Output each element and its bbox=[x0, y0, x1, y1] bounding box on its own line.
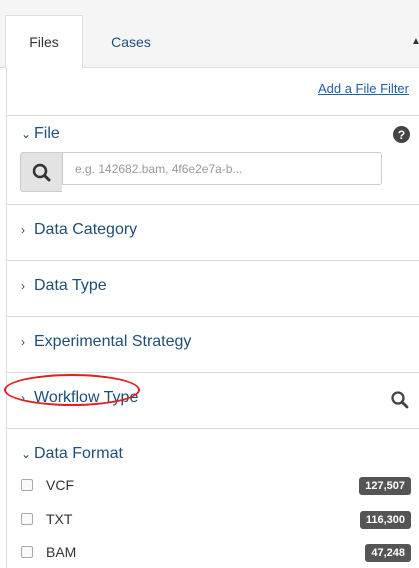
count-badge: 47,248 bbox=[365, 544, 411, 562]
workflow-type-section: › Workflow Type bbox=[7, 372, 419, 428]
chevron-down-icon: ⌄ bbox=[21, 447, 32, 461]
search-icon[interactable] bbox=[390, 390, 410, 410]
tab-cases-label: Cases bbox=[111, 33, 151, 50]
add-file-filter-link[interactable]: Add a File Filter bbox=[318, 81, 409, 96]
list-item: VCF 127,507 bbox=[21, 476, 411, 496]
chevron-right-icon: › bbox=[21, 335, 25, 349]
count-badge: 116,300 bbox=[359, 511, 411, 529]
tab-files[interactable]: Files bbox=[5, 15, 83, 69]
workflow-type-toggle[interactable]: › Workflow Type bbox=[21, 389, 138, 407]
data-category-label: Data Category bbox=[34, 221, 138, 238]
chevron-right-icon: › bbox=[21, 391, 25, 405]
data-category-toggle[interactable]: › Data Category bbox=[21, 221, 137, 239]
search-icon bbox=[32, 163, 51, 182]
count-badge: 127,507 bbox=[359, 477, 411, 495]
data-format-toggle[interactable]: ⌄ Data Format bbox=[21, 445, 123, 463]
help-icon[interactable]: ? bbox=[393, 126, 410, 143]
data-type-toggle[interactable]: › Data Type bbox=[21, 277, 107, 295]
facet-label: TXT bbox=[46, 511, 73, 527]
experimental-strategy-label: Experimental Strategy bbox=[34, 333, 192, 350]
chevron-right-icon: › bbox=[21, 223, 25, 237]
data-category-section: › Data Category bbox=[7, 204, 419, 260]
file-section-label: File bbox=[34, 125, 60, 142]
bam-checkbox[interactable] bbox=[21, 546, 33, 558]
facet-label: BAM bbox=[46, 544, 77, 560]
data-type-label: Data Type bbox=[34, 277, 107, 294]
txt-checkbox[interactable] bbox=[21, 513, 33, 525]
tab-cases[interactable]: Cases bbox=[92, 15, 170, 68]
data-type-section: › Data Type bbox=[7, 260, 419, 316]
search-button[interactable] bbox=[20, 152, 62, 192]
list-item: TXT 116,300 bbox=[21, 510, 411, 530]
tab-files-label: Files bbox=[29, 34, 59, 50]
chevron-down-icon: ⌄ bbox=[21, 127, 32, 141]
data-format-section: ⌄ Data Format VCF 127,507 TXT 116,300 BA… bbox=[7, 428, 419, 568]
experimental-strategy-toggle[interactable]: › Experimental Strategy bbox=[21, 333, 191, 351]
file-search bbox=[20, 152, 410, 192]
workflow-type-label: Workflow Type bbox=[34, 389, 139, 406]
facet-label: VCF bbox=[46, 477, 74, 493]
chevron-right-icon: › bbox=[21, 279, 25, 293]
list-item: BAM 47,248 bbox=[21, 543, 411, 563]
file-section-toggle[interactable]: ⌄ File bbox=[21, 125, 60, 143]
caret-up-icon[interactable]: ▲ bbox=[411, 36, 419, 47]
file-search-input[interactable] bbox=[62, 152, 382, 185]
data-format-label: Data Format bbox=[34, 445, 123, 462]
experimental-strategy-section: › Experimental Strategy bbox=[7, 316, 419, 372]
tab-bar: Files Cases ▲ bbox=[0, 0, 419, 69]
vcf-checkbox[interactable] bbox=[21, 479, 33, 491]
facets-panel: Add a File Filter ⌄ File ? › Data Catego… bbox=[6, 68, 419, 568]
